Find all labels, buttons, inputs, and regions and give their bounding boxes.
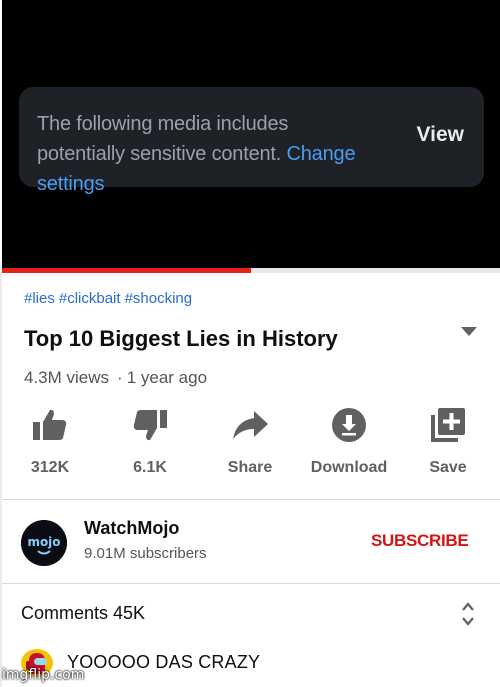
hashtag-link[interactable]: #clickbait	[59, 290, 121, 307]
download-label: Download	[310, 459, 388, 476]
upload-age: 1 year ago	[126, 368, 208, 387]
hashtags: #lies #clickbait #shocking	[24, 290, 196, 307]
divider	[2, 499, 500, 500]
separator-dot: ·	[117, 368, 123, 387]
share-button[interactable]: Share	[202, 405, 298, 477]
thumbs-up-icon	[33, 409, 67, 440]
watermark: imgflip.com	[2, 667, 85, 683]
progress-bar[interactable]	[2, 268, 500, 273]
channel-name[interactable]: WatchMojo	[84, 518, 179, 539]
share-label: Share	[227, 459, 273, 476]
video-title[interactable]: Top 10 Biggest Lies in History	[24, 326, 338, 352]
channel-avatar[interactable]: mojo	[21, 520, 67, 566]
top-comment-text: YOOOOO DAS CRAZY	[67, 652, 261, 672]
progress-bar-fill	[2, 268, 251, 273]
dislike-button[interactable]: 6.1K	[102, 405, 198, 477]
hashtag-link[interactable]: #shocking	[125, 290, 193, 307]
video-player[interactable]: The following media includes potentially…	[2, 0, 500, 272]
thumbs-down-icon	[133, 410, 167, 441]
view-button[interactable]: View	[417, 123, 464, 147]
download-icon	[332, 408, 366, 442]
share-icon	[233, 411, 268, 439]
save-button[interactable]: Save	[400, 405, 496, 477]
divider	[2, 583, 500, 584]
subscribe-button[interactable]: SUBSCRIBE	[371, 531, 469, 551]
hashtag-link[interactable]: #lies	[24, 290, 55, 307]
save-label: Save	[429, 459, 467, 476]
like-count: 312K	[30, 459, 70, 476]
sensitive-content-warning: The following media includes potentially…	[19, 87, 484, 195]
comments-header[interactable]: Comments 45K	[21, 603, 145, 624]
sensitive-content-text: The following media includes potentially…	[37, 109, 367, 199]
sensitive-content-message: The following media includes potentially…	[37, 113, 289, 165]
view-count: 4.3M views	[24, 368, 110, 387]
like-button[interactable]: 312K	[2, 405, 98, 477]
chevron-down-icon[interactable]	[461, 327, 477, 337]
dislike-count: 6.1K	[133, 459, 167, 476]
unfold-icon[interactable]	[461, 601, 475, 627]
download-button[interactable]: Download	[301, 405, 397, 477]
video-meta: 4.3M views · 1 year ago	[24, 368, 207, 388]
subscriber-count: 9.01M subscribers	[84, 545, 207, 562]
action-bar: 312K 6.1K Share Download Save	[0, 405, 500, 485]
channel-logo-text: mojo	[27, 535, 60, 549]
playlist-add-icon	[431, 408, 465, 442]
